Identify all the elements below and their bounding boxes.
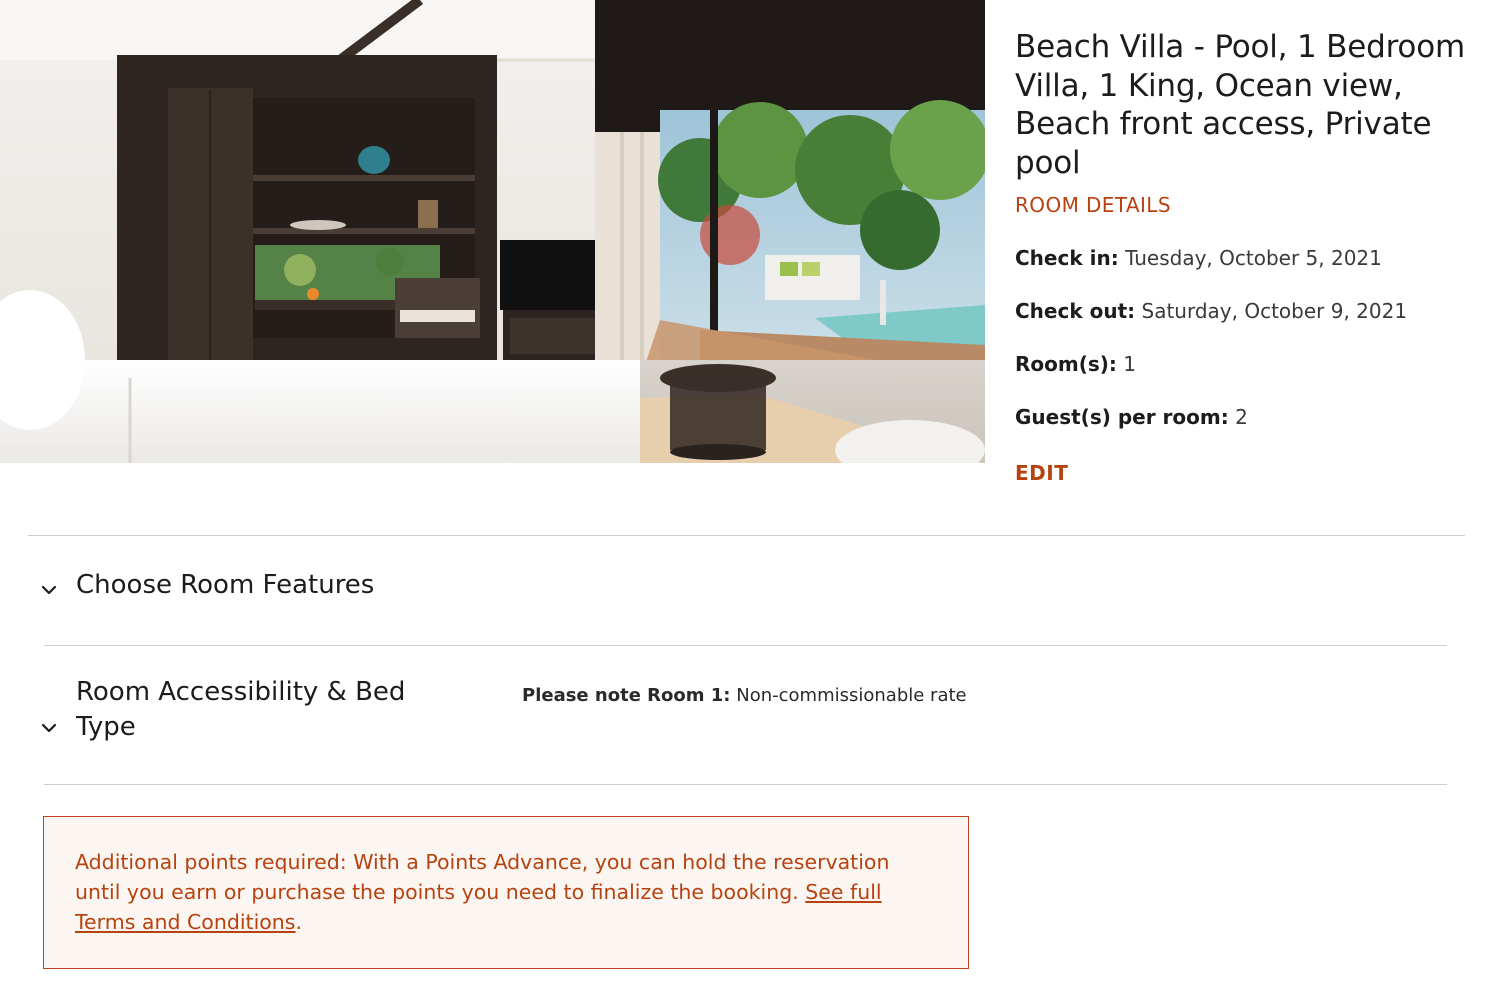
divider-bottom (44, 784, 1447, 785)
check-out-value: Saturday, October 9, 2021 (1141, 299, 1408, 323)
chevron-down-icon (36, 715, 62, 741)
rate-note-value: Non-commissionable rate (736, 685, 967, 706)
check-in-row: Check in: Tuesday, October 5, 2021 (1015, 245, 1495, 271)
rooms-value: 1 (1123, 352, 1136, 376)
rate-note-label: Please note Room 1: (522, 685, 731, 706)
guests-row: Guest(s) per room: 2 (1015, 404, 1495, 430)
notice-text-block: Additional points required: With a Point… (75, 847, 937, 937)
accordion-room-accessibility[interactable]: Room Accessibility & Bed Type (36, 675, 436, 745)
room-photo (0, 0, 985, 463)
edit-link[interactable]: EDIT (1015, 460, 1068, 486)
check-in-label: Check in: (1015, 246, 1119, 270)
accordion-choose-room-features[interactable]: Choose Room Features (36, 568, 374, 603)
room-title: Beach Villa - Pool, 1 Bedroom Villa, 1 K… (1015, 29, 1465, 181)
guests-value: 2 (1235, 405, 1248, 429)
room-details-panel: Beach Villa - Pool, 1 Bedroom Villa, 1 K… (1015, 28, 1495, 486)
notice-text: Additional points required: With a Point… (75, 850, 890, 904)
room-details-heading: ROOM DETAILS (1015, 193, 1171, 217)
points-advance-notice: Additional points required: With a Point… (43, 816, 969, 969)
divider-middle (44, 645, 1447, 646)
rooms-label: Room(s): (1015, 352, 1117, 376)
check-out-row: Check out: Saturday, October 9, 2021 (1015, 298, 1495, 324)
divider-top (28, 535, 1465, 536)
room-photo-illustration (0, 0, 985, 463)
accordion-title-features: Choose Room Features (76, 570, 375, 600)
notice-trailing: . (295, 910, 303, 934)
guests-label: Guest(s) per room: (1015, 405, 1229, 429)
check-out-label: Check out: (1015, 299, 1136, 323)
accordion-title-accessibility: Room Accessibility & Bed Type (76, 677, 406, 742)
rooms-row: Room(s): 1 (1015, 351, 1495, 377)
chevron-down-icon (36, 577, 62, 603)
check-in-value: Tuesday, October 5, 2021 (1125, 246, 1382, 270)
rate-note: Please note Room 1: Non-commissionable r… (522, 685, 967, 706)
